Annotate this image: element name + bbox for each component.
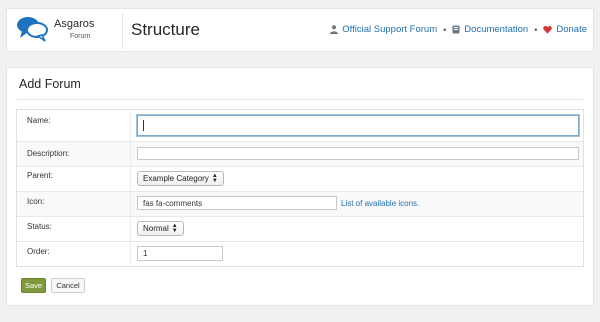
form-row-description: Description:: [17, 141, 583, 166]
status-label: Status:: [27, 222, 52, 231]
top-header: Asgaros Forum Structure Official Support…: [6, 8, 594, 52]
status-select-value: Normal: [143, 224, 169, 233]
documentation-label: Documentation: [464, 24, 529, 35]
label-column-divider: [130, 242, 131, 266]
add-forum-form: Name: Description: Parent: Example Categ…: [16, 109, 584, 267]
form-row-icon: Icon: List of available icons.: [17, 191, 583, 216]
add-forum-panel: Add Forum Name: Description: Parent: Exa…: [6, 67, 594, 306]
label-column-divider: [130, 192, 131, 216]
donate-label: Donate: [556, 24, 587, 35]
parent-label: Parent:: [27, 171, 53, 180]
user-icon: [330, 25, 339, 34]
form-row-parent: Parent: Example Category ▲ ▼: [17, 166, 583, 191]
select-arrows-icon: ▲ ▼: [211, 172, 218, 184]
status-select[interactable]: Normal ▲ ▼: [137, 221, 184, 236]
logo-sub: Forum: [70, 33, 91, 40]
panel-title: Add Forum: [19, 77, 81, 91]
label-column-divider: [130, 142, 131, 166]
header-links: Official Support Forum • Documentation •…: [330, 24, 587, 35]
parent-select-value: Example Category: [143, 174, 209, 183]
description-label: Description:: [27, 149, 70, 158]
description-input[interactable]: [137, 147, 579, 160]
select-arrows-icon: ▲ ▼: [171, 222, 178, 234]
separator-dot: •: [534, 24, 538, 35]
icon-label: Icon:: [27, 197, 45, 206]
header-divider: [122, 13, 123, 49]
donate-link[interactable]: Donate: [543, 24, 587, 35]
separator-dot: •: [443, 24, 447, 35]
heart-icon: [543, 25, 553, 34]
panel-divider: [17, 99, 583, 100]
documentation-link[interactable]: Documentation: [452, 24, 528, 35]
name-input[interactable]: [137, 115, 579, 136]
name-label: Name:: [27, 116, 51, 125]
asgaros-logo: Asgaros Forum: [16, 13, 116, 47]
order-input[interactable]: [137, 246, 223, 261]
label-column-divider: [130, 167, 131, 191]
form-row-name: Name:: [17, 110, 583, 141]
cancel-button[interactable]: Cancel: [51, 278, 85, 293]
icon-list-link[interactable]: List of available icons.: [341, 199, 419, 208]
order-label: Order:: [27, 247, 50, 256]
page-title: Structure: [131, 20, 200, 39]
book-icon: [452, 25, 460, 34]
parent-select[interactable]: Example Category ▲ ▼: [137, 171, 224, 186]
logo-name: Asgaros: [54, 18, 95, 30]
icon-input[interactable]: [137, 196, 337, 210]
form-row-order: Order:: [17, 241, 583, 266]
form-row-status: Status: Normal ▲ ▼: [17, 216, 583, 241]
label-column-divider: [130, 110, 131, 141]
support-forum-label: Official Support Forum: [342, 24, 438, 35]
text-cursor: [143, 120, 144, 131]
label-column-divider: [130, 217, 131, 241]
support-forum-link[interactable]: Official Support Forum: [330, 24, 437, 35]
save-button[interactable]: Save: [21, 278, 46, 293]
